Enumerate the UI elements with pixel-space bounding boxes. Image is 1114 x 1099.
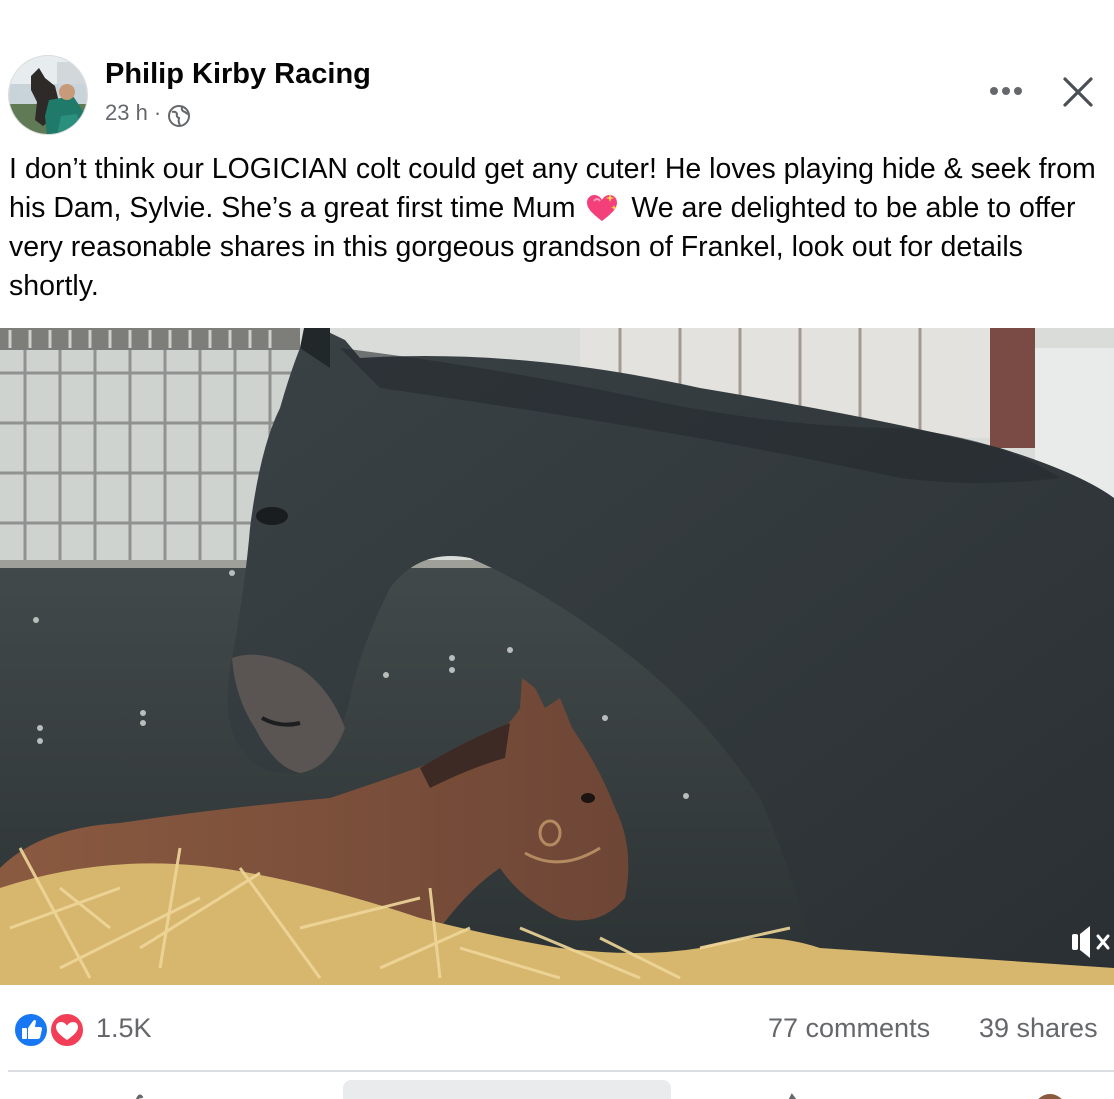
like-icon bbox=[136, 1094, 144, 1099]
close-icon bbox=[1063, 77, 1093, 107]
post-header: Philip Kirby Racing 23 h · bbox=[0, 0, 1114, 150]
post-time[interactable]: 23 h bbox=[105, 100, 148, 126]
post-meta: 23 h · bbox=[105, 98, 191, 128]
sparkling-heart-emoji bbox=[585, 193, 619, 223]
user-avatar-icon bbox=[1038, 1094, 1062, 1099]
love-reaction-icon bbox=[49, 1012, 85, 1048]
close-button[interactable] bbox=[1056, 70, 1100, 114]
meta-separator: · bbox=[153, 100, 162, 125]
reaction-count[interactable]: 1.5K bbox=[96, 1013, 152, 1044]
more-horizontal-icon bbox=[990, 87, 1022, 95]
share-icon bbox=[788, 1093, 797, 1099]
avatar-image bbox=[9, 56, 87, 134]
page-avatar[interactable] bbox=[8, 55, 88, 135]
mute-button[interactable] bbox=[1066, 920, 1114, 964]
post-stats: 1.5K 77 comments 39 shares bbox=[0, 1000, 1114, 1060]
reaction-icons[interactable] bbox=[12, 1011, 86, 1049]
like-action-button[interactable] bbox=[120, 1090, 160, 1099]
post-video[interactable] bbox=[0, 328, 1114, 985]
action-bar bbox=[0, 1072, 1114, 1099]
page-name[interactable]: Philip Kirby Racing bbox=[105, 58, 371, 91]
like-reaction-icon bbox=[13, 1012, 49, 1048]
speaker-muted-icon bbox=[1072, 926, 1110, 958]
globe-icon bbox=[167, 104, 191, 128]
shares-count[interactable]: 39 shares bbox=[979, 1013, 1098, 1044]
comment-action-button[interactable] bbox=[343, 1080, 671, 1099]
profile-avatar-small[interactable] bbox=[1030, 1090, 1070, 1099]
more-options-button[interactable] bbox=[984, 76, 1028, 106]
share-action-button[interactable] bbox=[780, 1090, 820, 1099]
comments-count[interactable]: 77 comments bbox=[768, 1013, 930, 1044]
comment-icon bbox=[343, 1080, 671, 1099]
mare-and-foal-image bbox=[0, 328, 1114, 985]
post-text: I don’t think our LOGICIAN colt could ge… bbox=[9, 150, 1113, 306]
